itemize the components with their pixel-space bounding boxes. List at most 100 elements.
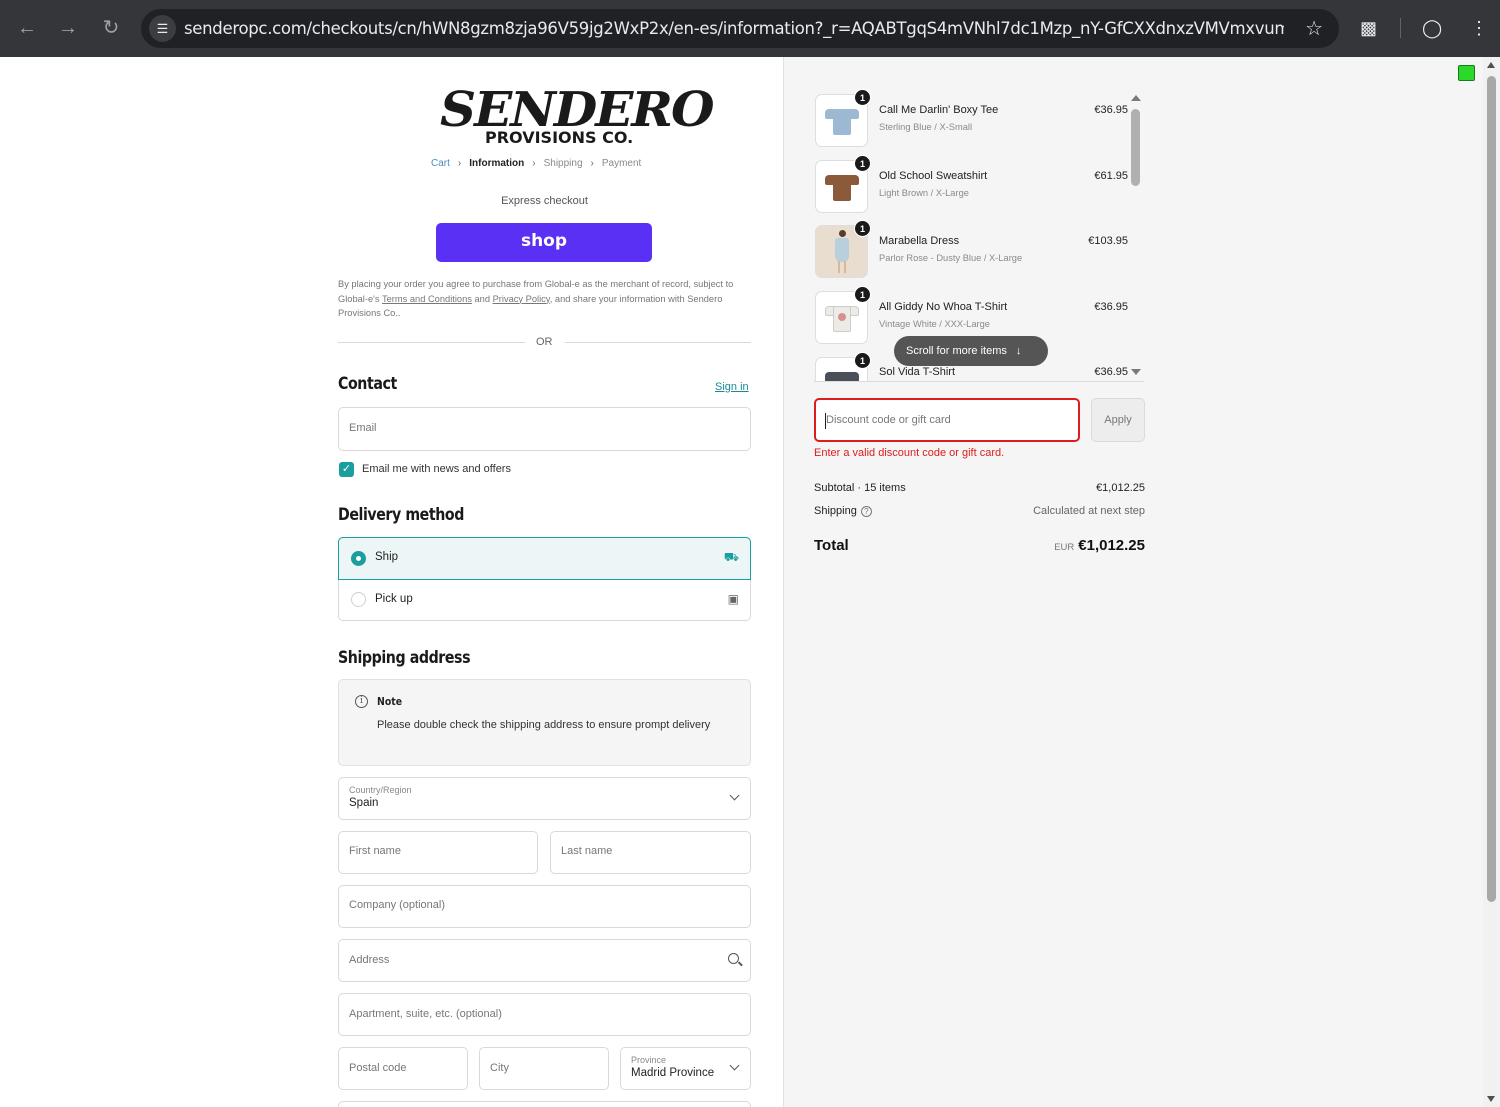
- store-icon: ▣: [727, 592, 739, 606]
- legal-and: and: [471, 293, 493, 304]
- menu-kebab-icon[interactable]: ⋮: [1470, 16, 1488, 40]
- delivery-heading: Delivery method: [338, 505, 464, 524]
- site-info-icon[interactable]: ☰: [149, 15, 176, 42]
- tshirt-image: [825, 107, 859, 135]
- item-price: €103.95: [1088, 235, 1128, 247]
- cart-item: 1 Marabella Dress Parlor Rose - Dusty Bl…: [814, 217, 1130, 278]
- page-scrollbar[interactable]: [1483, 57, 1500, 1107]
- scroll-up-arrow-icon[interactable]: [1487, 62, 1495, 68]
- express-checkout-label: Express checkout: [501, 195, 588, 207]
- items-scroll-up-icon[interactable]: [1131, 95, 1141, 101]
- back-icon[interactable]: ←: [13, 14, 41, 42]
- item-variant: Sterling Blue / X-Small: [879, 122, 973, 132]
- url-text[interactable]: senderopc.com/checkouts/cn/hWN8gzm8zja96…: [184, 19, 1284, 38]
- province-label: Province: [631, 1055, 667, 1065]
- profile-icon[interactable]: ◯: [1422, 16, 1442, 40]
- tshirt-image: [825, 304, 859, 332]
- shop-pay-button[interactable]: shop: [436, 223, 652, 262]
- cart-item: 1 All Giddy No Whoa T-Shirt Vintage Whit…: [814, 283, 1130, 344]
- logo-subtitle: PROVISIONS CO.: [485, 128, 634, 147]
- extensions-icon[interactable]: ▩: [1360, 16, 1377, 40]
- item-name: Marabella Dress: [879, 235, 960, 247]
- first-name-placeholder: First name: [349, 845, 401, 857]
- discount-placeholder: Discount code or gift card: [826, 414, 951, 426]
- address-field[interactable]: Address: [338, 939, 751, 982]
- legal-disclaimer: By placing your order you agree to purch…: [338, 277, 758, 321]
- subtotal-value: €1,012.25: [1096, 482, 1145, 494]
- browser-toolbar: ← → ↻ ☰ senderopc.com/checkouts/cn/hWN8g…: [0, 0, 1500, 57]
- divider-left: [338, 342, 525, 343]
- privacy-link[interactable]: Privacy Policy: [493, 294, 550, 304]
- chevron-right-icon: ›: [532, 158, 536, 169]
- bookmark-star-icon[interactable]: ☆: [1305, 16, 1323, 41]
- items-scroll-down-icon[interactable]: [1131, 369, 1141, 375]
- store-logo[interactable]: SENDERO PROVISIONS CO.: [440, 82, 715, 152]
- quantity-badge: 1: [854, 352, 871, 369]
- dress-image: [834, 230, 850, 274]
- items-scrollbar-thumb[interactable]: [1131, 109, 1140, 186]
- pickup-label[interactable]: Pick up: [375, 593, 413, 605]
- or-divider-text: OR: [536, 336, 553, 348]
- postal-code-field[interactable]: Postal code: [338, 1047, 468, 1090]
- scroll-down-arrow-icon[interactable]: [1487, 1096, 1495, 1102]
- last-name-field[interactable]: Last name: [550, 831, 751, 874]
- chevron-right-icon: ›: [590, 158, 594, 169]
- province-select[interactable]: Province Madrid Province: [620, 1047, 751, 1090]
- scroll-thumb[interactable]: [1487, 76, 1496, 902]
- tshirt-body: [833, 372, 851, 381]
- scroll-hint-label: Scroll for more items: [906, 345, 1007, 357]
- city-field[interactable]: City: [479, 1047, 609, 1090]
- breadcrumb-information: Information: [469, 158, 525, 169]
- email-placeholder: Email: [349, 422, 377, 434]
- breadcrumb-cart[interactable]: Cart: [431, 158, 450, 169]
- divider-right: [565, 342, 751, 343]
- dress-model-leg: [844, 261, 846, 273]
- ship-radio[interactable]: [351, 551, 366, 566]
- pickup-radio[interactable]: [351, 592, 366, 607]
- phone-field[interactable]: [338, 1101, 751, 1107]
- apply-discount-button[interactable]: Apply: [1091, 398, 1145, 442]
- currency-code: EUR: [1054, 542, 1075, 553]
- item-name: Old School Sweatshirt: [879, 170, 988, 182]
- newsletter-checkbox[interactable]: ✓: [339, 462, 354, 477]
- country-value: Spain: [349, 797, 379, 809]
- apartment-field[interactable]: Apartment, suite, etc. (optional): [338, 993, 751, 1036]
- email-field[interactable]: Email: [338, 407, 751, 451]
- quantity-badge: 1: [854, 155, 871, 172]
- note-title: Note: [377, 695, 403, 708]
- address-bar[interactable]: ☰ senderopc.com/checkouts/cn/hWN8gzm8zja…: [141, 9, 1339, 48]
- newsletter-label[interactable]: Email me with news and offers: [362, 463, 511, 475]
- reload-icon[interactable]: ↻: [97, 14, 125, 42]
- delivery-options: Ship ⛟ Pick up ▣: [338, 537, 751, 621]
- dress-body: [835, 238, 849, 262]
- country-select[interactable]: Country/Region Spain: [338, 777, 751, 820]
- item-variant: Light Brown / X-Large: [879, 188, 969, 198]
- quantity-badge: 1: [854, 220, 871, 237]
- truck-icon: ⛟: [723, 550, 739, 564]
- sign-in-link[interactable]: Sign in: [715, 381, 749, 393]
- item-price: €61.95: [1094, 170, 1128, 182]
- company-field[interactable]: Company (optional): [338, 885, 751, 928]
- item-name: Sol Vida T-Shirt: [879, 366, 956, 378]
- tshirt-image: [825, 370, 859, 381]
- chevron-down-icon: [729, 790, 740, 801]
- sweatshirt-body: [833, 175, 851, 201]
- info-icon: i: [355, 695, 368, 708]
- province-value: Madrid Province: [631, 1067, 715, 1079]
- address-placeholder: Address: [349, 954, 390, 966]
- total-amount: EUR €1,012.25: [1054, 537, 1145, 554]
- item-variant: Parlor Rose - Dusty Blue / X-Large: [879, 253, 1023, 263]
- delivery-option-ship[interactable]: Ship ⛟: [338, 537, 751, 580]
- first-name-field[interactable]: First name: [338, 831, 538, 874]
- forward-icon[interactable]: →: [54, 14, 82, 42]
- dress-model-leg: [838, 261, 840, 273]
- shipping-note: i Note Please double check the shipping …: [338, 679, 751, 766]
- help-icon[interactable]: ?: [860, 505, 872, 517]
- last-name-placeholder: Last name: [561, 845, 613, 857]
- quantity-badge: 1: [854, 89, 871, 106]
- tshirt-graphic: [838, 313, 846, 321]
- discount-code-input[interactable]: Discount code or gift card: [814, 398, 1080, 442]
- scroll-for-more-button[interactable]: Scroll for more items ↓: [894, 336, 1048, 366]
- cart-item: 1 Old School Sweatshirt Light Brown / X-…: [814, 152, 1130, 213]
- terms-link[interactable]: Terms and Conditions: [382, 294, 472, 304]
